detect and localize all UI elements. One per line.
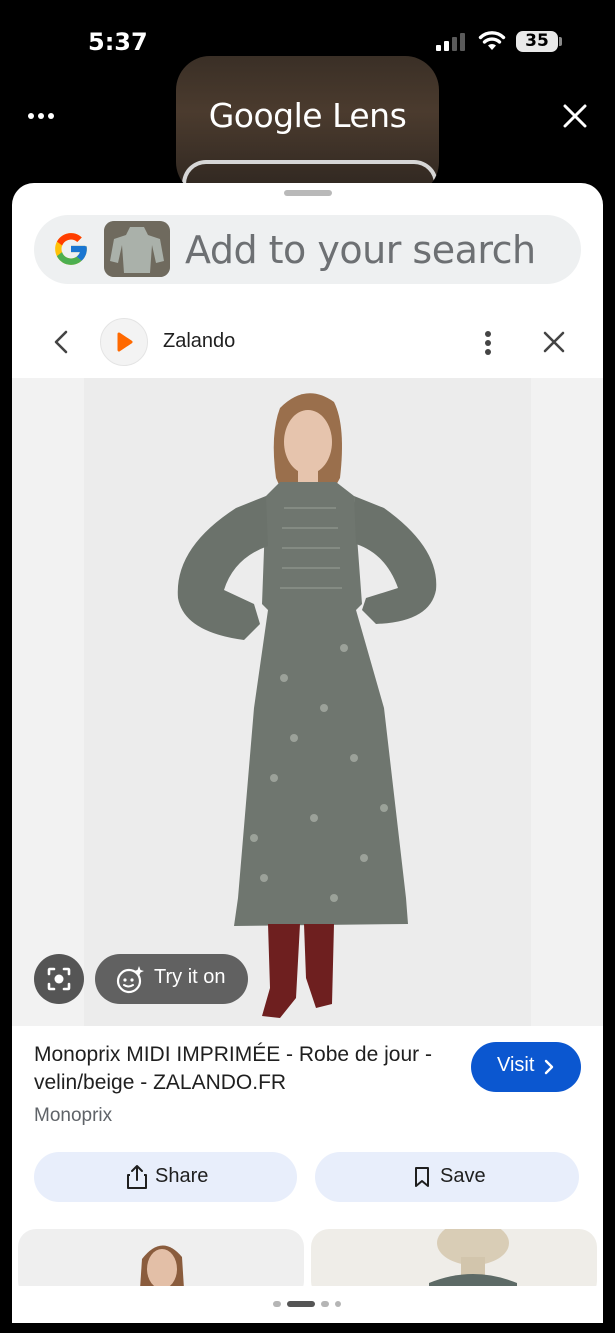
bookmark-icon [415,1167,429,1187]
search-image-thumbnail[interactable] [104,221,170,277]
lens-title: Google Lens [208,96,407,135]
site-name: Zalando [163,330,236,352]
pager-dot[interactable] [321,1301,329,1307]
battery-nub [559,37,562,46]
close-lens-icon[interactable] [560,101,590,131]
product-image-backdrop [84,378,531,1026]
visit-chevron-icon [544,1059,554,1075]
product-title[interactable]: Monoprix MIDI IMPRIMÉE - Robe de jour - … [34,1041,459,1097]
try-on-sparkle-icon [116,966,144,994]
status-time: 5:37 [88,28,148,56]
close-result-icon[interactable] [541,329,567,355]
share-label: Share [155,1165,209,1187]
visit-label: Visit [497,1054,535,1076]
search-placeholder: Add to your search [185,228,536,272]
pager-dot-active[interactable] [287,1301,315,1307]
lens-search-button[interactable] [34,954,84,1004]
battery-indicator: 35 [516,31,558,52]
google-g-icon [55,233,87,265]
save-label: Save [440,1165,486,1187]
share-icon [127,1165,147,1189]
kebab-menu-icon[interactable] [478,328,498,358]
pager-dot[interactable] [335,1301,341,1307]
back-chevron-icon[interactable] [50,328,74,356]
lens-camera-icon [47,967,71,991]
dress-thumbnail-icon [104,221,170,277]
sheet-drag-handle[interactable] [284,190,332,196]
try-it-on-label: Try it on [154,966,226,988]
wifi-icon [478,31,506,50]
cellular-signal-icon [436,33,465,51]
dress-model-illustration [177,393,437,1018]
pager-dot[interactable] [273,1301,281,1307]
product-image[interactable] [12,378,603,1026]
zalando-logo-icon [117,332,133,352]
zalando-favicon [100,318,148,366]
product-source: Monoprix [34,1105,113,1126]
